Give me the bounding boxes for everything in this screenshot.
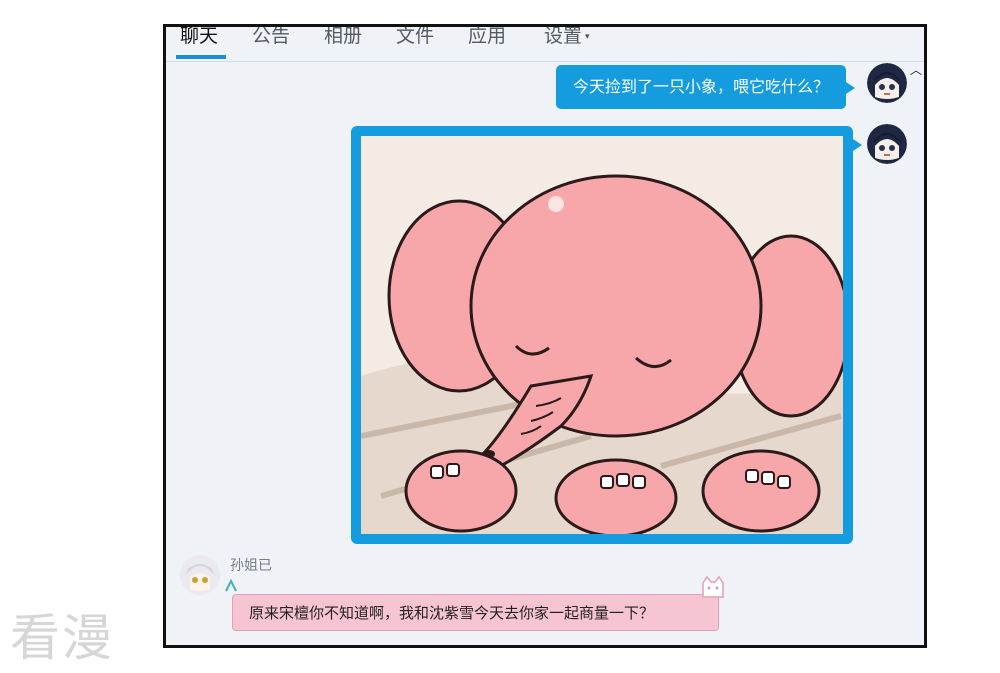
tab-apps[interactable]: 应用 [468, 27, 506, 48]
tab-announcements[interactable]: 公告 [252, 27, 290, 48]
outgoing-message-bubble: 今天捡到了一只小象，喂它吃什么？ [556, 65, 846, 109]
user-avatar[interactable] [867, 63, 907, 103]
scroll-up-icon[interactable]: ︿ [910, 61, 922, 78]
tab-files[interactable]: 文件 [396, 27, 434, 48]
sender-name: 孙姐已 [230, 558, 272, 574]
outgoing-image-bubble[interactable] [351, 126, 853, 544]
tab-settings[interactable]: 设置 ▾ [544, 25, 590, 48]
chevron-down-icon: ▾ [585, 31, 590, 42]
active-tab-indicator [176, 55, 226, 59]
incoming-message-bubble: 原来宋檀你不知道啊，我和沈紫雪今天去你家一起商量一下？ [232, 594, 719, 631]
bubble-tail [846, 82, 855, 94]
sender-avatar[interactable] [180, 555, 220, 595]
tab-settings-label: 设置 [544, 25, 583, 47]
pink-sparkle-icon [224, 578, 238, 592]
cat-sticker-icon [699, 575, 727, 599]
tab-chat[interactable]: 聊天 [180, 27, 218, 48]
tab-bar: 聊天 公告 相册 文件 应用 设置 ▾ [166, 27, 924, 62]
chat-window: 聊天 公告 相册 文件 应用 设置 ▾ ︿ 今天捡到了一只小象，喂它吃什么？ 孙… [163, 24, 927, 648]
elephant-image[interactable] [361, 136, 843, 534]
bubble-tail [853, 139, 862, 151]
watermark: 看漫 [10, 609, 114, 667]
user-avatar[interactable] [867, 124, 907, 164]
tab-album[interactable]: 相册 [324, 27, 362, 48]
